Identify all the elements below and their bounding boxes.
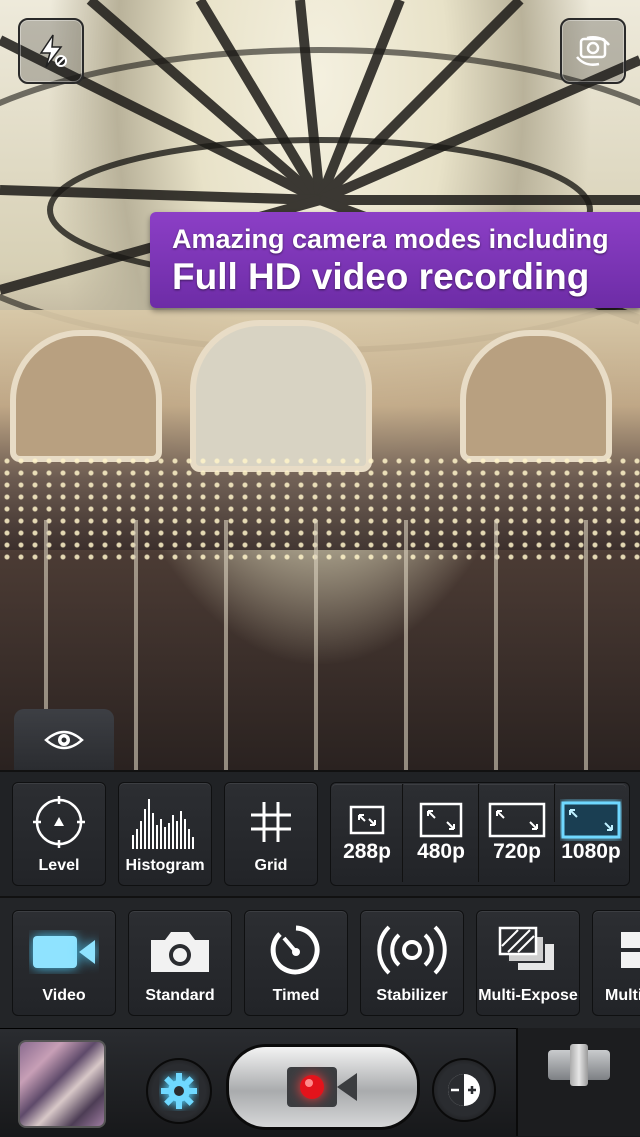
mode-multi-expose-button[interactable]: Multi-Expose: [476, 910, 580, 1016]
exposure-button[interactable]: [432, 1058, 496, 1122]
grid-tool-button[interactable]: Grid: [224, 782, 318, 886]
grid-label: Grid: [254, 857, 288, 874]
grid-icon: [251, 802, 291, 842]
video-camera-icon: [33, 936, 95, 968]
mode-timed-button[interactable]: Timed: [244, 910, 348, 1016]
resolution-480p-label: 480p: [417, 840, 465, 863]
toggle-knob[interactable]: [570, 1044, 588, 1086]
resolution-288p-button[interactable]: 288p: [332, 784, 403, 882]
exposure-icon: [448, 1074, 480, 1106]
resolution-1080p-button[interactable]: 1080p: [556, 784, 626, 882]
camera-viewfinder[interactable]: [0, 0, 640, 770]
mode-stabilizer-button[interactable]: Stabilizer: [360, 910, 464, 1016]
histogram-label: Histogram: [125, 857, 205, 874]
carousel-arch: [10, 330, 162, 462]
level-label: Level: [38, 857, 80, 874]
resolution-480p-button[interactable]: 480p: [404, 784, 479, 882]
mode-video-label: Video: [42, 987, 86, 1004]
carousel-arch: [460, 330, 612, 462]
camera-video-toggle[interactable]: [548, 1044, 610, 1086]
mode-video-button[interactable]: Video: [12, 910, 116, 1016]
carousel-center-panel: [190, 320, 372, 472]
resolution-288p-icon: [349, 805, 385, 835]
resolution-720p-button[interactable]: 720p: [480, 784, 555, 882]
mode-standard-label: Standard: [145, 987, 215, 1004]
mode-multi-expose-label: Multi-Expose: [478, 987, 578, 1004]
resolution-288p-label: 288p: [343, 840, 391, 863]
resolution-1080p-label: 1080p: [561, 840, 621, 863]
flash-off-icon: [39, 34, 67, 68]
resolution-720p-label: 720p: [493, 840, 541, 863]
mode-standard-button[interactable]: Standard: [128, 910, 232, 1016]
resolution-480p-icon: [419, 802, 463, 838]
level-icon: [33, 796, 85, 848]
resolution-720p-icon: [488, 802, 546, 838]
view-options-tab[interactable]: [14, 709, 114, 771]
stabilizer-icon: [377, 925, 447, 975]
flash-off-button[interactable]: [18, 18, 84, 84]
multi-expose-icon: [498, 926, 554, 970]
histogram-tool-button[interactable]: Histogram: [118, 782, 212, 886]
level-tool-button[interactable]: Level: [12, 782, 106, 886]
histogram-icon: [132, 799, 194, 849]
record-button[interactable]: [226, 1044, 420, 1130]
mode-timed-label: Timed: [272, 987, 320, 1004]
mode-multi-button[interactable]: Multi: [592, 910, 640, 1016]
resolution-1080p-icon: [561, 801, 621, 839]
switch-camera-icon: [576, 36, 610, 66]
camera-icon: [151, 932, 209, 972]
multi-shot-icon: [621, 932, 640, 968]
promo-banner: Amazing camera modes including Full HD v…: [132, 212, 640, 311]
gallery-thumbnail[interactable]: [18, 1040, 106, 1128]
settings-button[interactable]: [146, 1058, 212, 1124]
eye-icon: [44, 730, 84, 750]
record-video-icon: [287, 1067, 357, 1107]
gear-icon: [161, 1073, 197, 1109]
timer-icon: [270, 925, 320, 975]
mode-stabilizer-label: Stabilizer: [376, 987, 448, 1004]
mode-multi-label: Multi: [605, 987, 640, 1004]
banner-line-2: Full HD video recording: [172, 256, 590, 297]
banner-line-1: Amazing camera modes including: [172, 224, 609, 254]
switch-camera-button[interactable]: [560, 18, 626, 84]
